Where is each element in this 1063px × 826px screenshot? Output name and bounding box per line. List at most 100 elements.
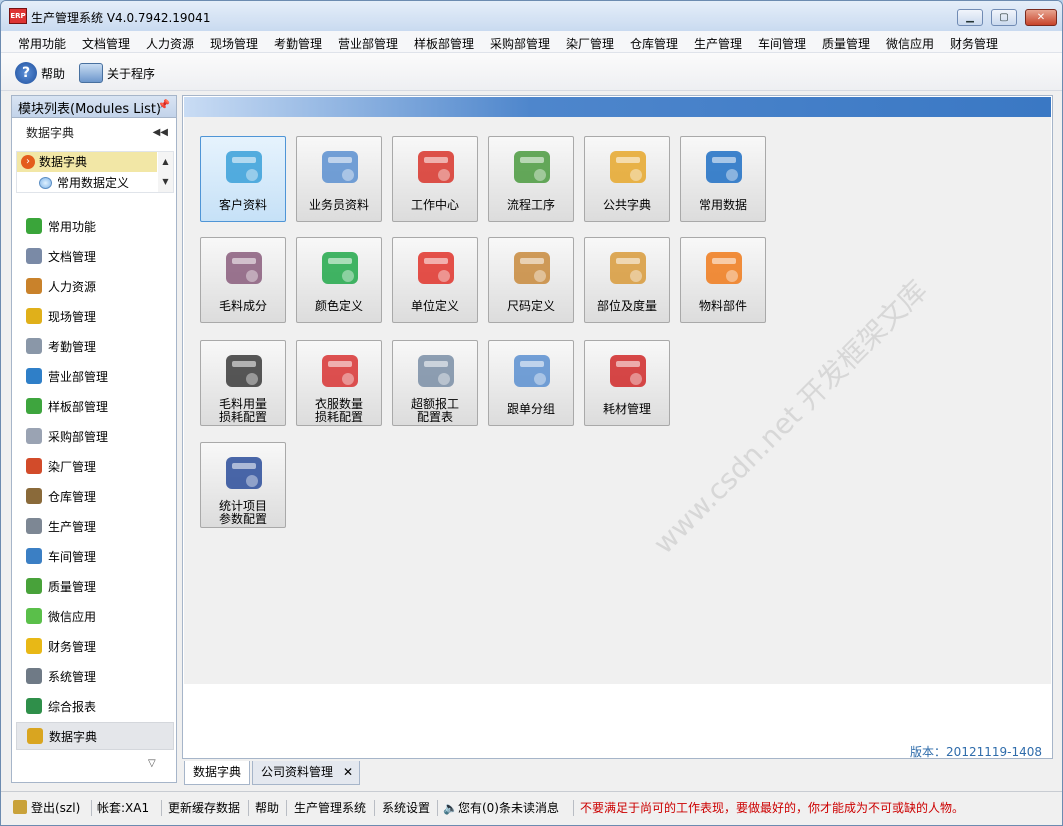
module-tile[interactable]: 物料部件 xyxy=(680,237,766,323)
sidebar-item[interactable]: 系统管理 xyxy=(16,662,174,690)
collapse-icon[interactable]: ◀◀ xyxy=(153,123,168,143)
module-tile[interactable]: 单位定义 xyxy=(392,237,478,323)
flag-icon xyxy=(26,578,42,594)
question-icon xyxy=(414,349,458,393)
menu-item[interactable]: 考勤管理 xyxy=(274,35,322,52)
close-button[interactable]: ✕ xyxy=(1025,9,1057,26)
system-settings-button[interactable]: 系统设置 xyxy=(382,798,430,818)
tile-label: 衣服数量 损耗配置 xyxy=(314,397,363,424)
sidebar-item[interactable]: 仓库管理 xyxy=(16,482,174,510)
menu-item[interactable]: 常用功能 xyxy=(18,35,66,52)
sidebar-section-header[interactable]: 数据字典 ◀◀ xyxy=(16,123,174,143)
menu-item[interactable]: 染厂管理 xyxy=(566,35,614,52)
module-tile[interactable]: 常用数据 xyxy=(680,136,766,222)
sidebar-item-label: 采购部管理 xyxy=(48,429,109,444)
menu-item[interactable]: 微信应用 xyxy=(886,35,934,52)
sidebar-item[interactable]: 质量管理 xyxy=(16,572,174,600)
title-bar[interactable]: ERP 生产管理系统 V4.0.7942.19041 ▁ ▢ ✕ xyxy=(1,1,1062,31)
module-tile[interactable]: 跟单分组 xyxy=(488,340,574,426)
sweater-icon xyxy=(702,246,746,290)
about-icon xyxy=(79,63,103,83)
sidebar-item-label: 样板部管理 xyxy=(48,399,109,414)
menu-item[interactable]: 样板部管理 xyxy=(414,35,474,52)
minimize-button[interactable]: ▁ xyxy=(957,9,983,26)
menu-item[interactable]: 文档管理 xyxy=(82,35,130,52)
menu-item[interactable]: 财务管理 xyxy=(950,35,998,52)
menu-item[interactable]: 质量管理 xyxy=(822,35,870,52)
sidebar-item[interactable]: 考勤管理 xyxy=(16,332,174,360)
status-divider xyxy=(161,800,162,816)
bar-chart-icon xyxy=(26,698,42,714)
org-chart-icon xyxy=(414,145,458,189)
knife-icon xyxy=(606,349,650,393)
sidebar-item[interactable]: 常用功能 xyxy=(16,212,174,240)
menu-item[interactable]: 车间管理 xyxy=(758,35,806,52)
module-tile[interactable]: 部位及度量 xyxy=(584,237,670,323)
sidebar-item[interactable]: 染厂管理 xyxy=(16,452,174,480)
sidebar-item[interactable]: 生产管理 xyxy=(16,512,174,540)
module-tile[interactable]: 统计项目 参数配置 xyxy=(200,442,286,528)
module-tile[interactable]: 衣服数量 损耗配置 xyxy=(296,340,382,426)
tab-data-dictionary[interactable]: 数据字典 xyxy=(184,761,250,785)
wechat-icon xyxy=(26,608,42,624)
tab-company-info[interactable]: 公司资料管理 ✕ xyxy=(252,761,360,785)
tile-label: 尺码定义 xyxy=(506,299,555,313)
menu-item[interactable]: 仓库管理 xyxy=(630,35,678,52)
tile-label: 物料部件 xyxy=(698,299,747,313)
module-tile[interactable]: 毛料用量 损耗配置 xyxy=(200,340,286,426)
module-tile[interactable]: 颜色定义 xyxy=(296,237,382,323)
module-tile[interactable]: 客户资料 xyxy=(200,136,286,222)
tree-scrollbar[interactable]: ▲ ▼ xyxy=(158,152,173,192)
refresh-cache-button[interactable]: 更新缓存数据 xyxy=(168,798,240,818)
menu-item[interactable]: 人力资源 xyxy=(146,35,194,52)
module-tile[interactable]: 公共字典 xyxy=(584,136,670,222)
info-icon xyxy=(702,145,746,189)
sidebar-title: 模块列表(Modules List) xyxy=(18,102,162,117)
menu-item[interactable]: 采购部管理 xyxy=(490,35,550,52)
logout-button[interactable]: 登出(szl) xyxy=(13,798,80,818)
help-button[interactable]: ? 帮助 xyxy=(15,60,65,86)
tree-node-root[interactable]: › 数据字典 xyxy=(17,152,157,172)
sidebar-item[interactable]: 样板部管理 xyxy=(16,392,174,420)
sidebar-item[interactable]: 财务管理 xyxy=(16,632,174,660)
sidebar-item[interactable]: 营业部管理 xyxy=(16,362,174,390)
status-help-button[interactable]: 帮助 xyxy=(255,798,279,818)
sidebar-item-label: 考勤管理 xyxy=(48,339,97,354)
motto-text: 不要满足于尚可的工作表现，要做最好的，你才能成为不可或缺的人物。 xyxy=(580,801,965,815)
module-tile[interactable]: 工作中心 xyxy=(392,136,478,222)
tree-node-child[interactable]: 常用数据定义 xyxy=(17,173,157,192)
menu-item[interactable]: 生产管理 xyxy=(694,35,742,52)
wrench-icon xyxy=(26,518,42,534)
module-tile[interactable]: 业务员资料 xyxy=(296,136,382,222)
module-tile[interactable]: 超额报工 配置表 xyxy=(392,340,478,426)
sidebar-item[interactable]: 综合报表 xyxy=(16,692,174,720)
menu-item[interactable]: 营业部管理 xyxy=(338,35,398,52)
box-icon xyxy=(26,488,42,504)
module-tile[interactable]: 毛料成分 xyxy=(200,237,286,323)
puzzle-icon xyxy=(26,398,42,414)
sidebar-item[interactable]: 人力资源 xyxy=(16,272,174,300)
sidebar-item[interactable]: 现场管理 xyxy=(16,302,174,330)
close-icon[interactable]: ✕ xyxy=(343,761,353,783)
logout-icon xyxy=(13,800,27,814)
system-label[interactable]: 生产管理系统 xyxy=(294,798,366,818)
sidebar-item[interactable]: 数据字典 xyxy=(16,722,174,750)
sidebar-item-label: 系统管理 xyxy=(48,669,97,684)
hierarchy-icon xyxy=(414,246,458,290)
module-tile[interactable]: 耗材管理 xyxy=(584,340,670,426)
sidebar-item[interactable]: 微信应用 xyxy=(16,602,174,630)
chevron-down-icon[interactable]: ▽ xyxy=(148,758,156,769)
sidebar-item-label: 人力资源 xyxy=(48,279,97,294)
sidebar-item[interactable]: 采购部管理 xyxy=(16,422,174,450)
sidebar-item[interactable]: 文档管理 xyxy=(16,242,174,270)
pin-icon[interactable]: 📌 xyxy=(158,100,170,111)
about-button[interactable]: 关于程序 xyxy=(79,60,155,86)
maximize-button[interactable]: ▢ xyxy=(991,9,1017,26)
module-tile[interactable]: 流程工序 xyxy=(488,136,574,222)
salesman-icon xyxy=(318,145,362,189)
menu-item[interactable]: 现场管理 xyxy=(210,35,258,52)
sidebar-item[interactable]: 车间管理 xyxy=(16,542,174,570)
module-tile[interactable]: 尺码定义 xyxy=(488,237,574,323)
messages-button[interactable]: 🔈您有(0)条未读消息 xyxy=(443,798,559,818)
group-icon xyxy=(510,349,554,393)
